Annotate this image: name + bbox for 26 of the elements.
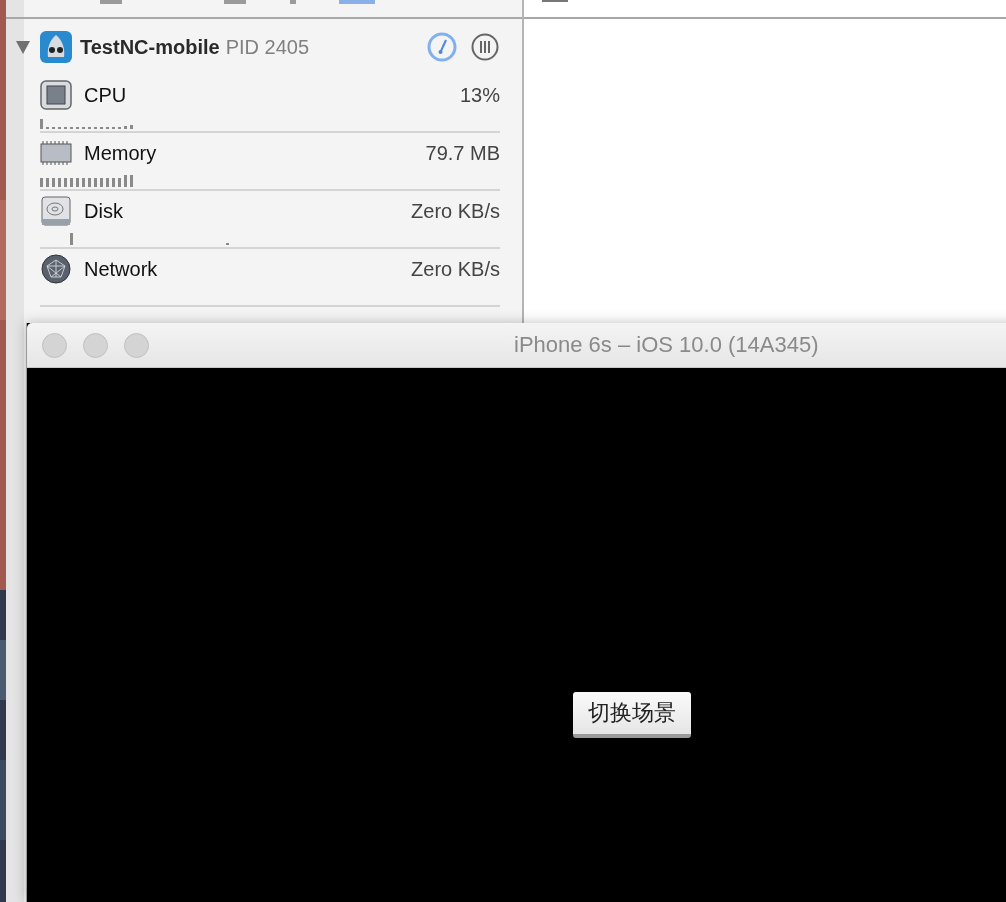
cpu-chip-icon	[40, 80, 72, 110]
process-name: TestNC-mobile	[80, 35, 220, 59]
globe-icon	[40, 254, 72, 284]
minimize-button[interactable]	[83, 332, 108, 358]
disclosure-triangle-icon[interactable]	[16, 40, 30, 54]
switch-scene-button[interactable]: 切换场景	[573, 692, 691, 738]
pause-icon[interactable]	[471, 33, 499, 61]
gauge-reading: 79.7 MB	[425, 141, 500, 165]
gauge-reading: Zero KB/s	[411, 257, 500, 281]
gauge-label: Disk	[84, 199, 123, 223]
close-button[interactable]	[42, 332, 67, 358]
toolbar-icon[interactable]	[339, 0, 375, 4]
zoom-button[interactable]	[124, 332, 149, 358]
gauge-reading: Zero KB/s	[411, 199, 500, 223]
gauge-label: CPU	[84, 83, 127, 107]
toolbar-icon[interactable]	[224, 0, 246, 4]
gauge-icon[interactable]	[427, 32, 457, 62]
gauge-label: Memory	[84, 141, 157, 165]
gauge-label: Network	[84, 257, 158, 281]
gauge-reading: 13%	[459, 83, 500, 107]
memory-chip-icon	[40, 141, 72, 165]
toolbar-icon[interactable]	[100, 0, 122, 4]
toolbar-icon[interactable]	[290, 0, 296, 4]
window-title: iPhone 6s – iOS 10.0 (14A345)	[514, 332, 819, 358]
process-id: PID 2405	[225, 35, 310, 59]
app-icon	[40, 31, 72, 63]
